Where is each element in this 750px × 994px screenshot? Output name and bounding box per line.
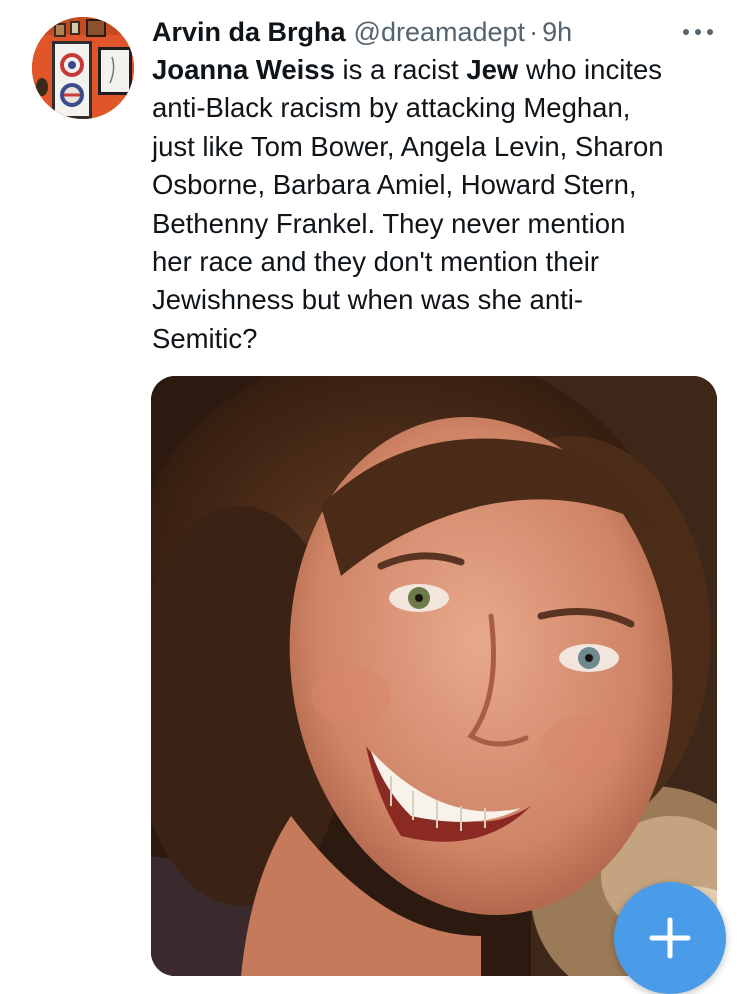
tweet-text-line: Semitic? (152, 320, 732, 358)
user-handle[interactable]: @dreamadept (354, 17, 526, 48)
tweet-text: Joanna Weiss is a racist Jew who incites… (152, 51, 732, 358)
tweet-text-line: her race and they don't mention their (152, 243, 732, 281)
tweet-text-bold: Joanna Weiss (152, 54, 335, 85)
tweet-text-run: who incites (518, 54, 662, 85)
tweet-text-line: Jewishness but when was she anti- (152, 281, 732, 319)
tweet-text-line: anti-Black racism by attacking Meghan, (152, 89, 732, 127)
tweet[interactable]: Arvin da Brgha @dreamadept · 9h Joanna W… (0, 0, 750, 994)
tweet-text-run: her race and they don't mention their (152, 246, 600, 278)
display-name[interactable]: Arvin da Brgha (152, 17, 346, 48)
more-horizontal-icon (683, 29, 713, 35)
tweet-text-line: Osborne, Barbara Amiel, Howard Stern, (152, 166, 732, 204)
plus-icon (649, 917, 691, 959)
tweet-text-run: Semitic? (152, 322, 258, 354)
tweet-text-run: Osborne, Barbara Amiel, Howard Stern, (152, 169, 637, 201)
avatar[interactable] (32, 17, 134, 119)
tweet-text-line: just like Tom Bower, Angela Levin, Sharo… (152, 128, 732, 166)
tweet-text-run: just like Tom Bower, Angela Levin, Sharo… (152, 130, 664, 162)
tweet-header: Arvin da Brgha @dreamadept · 9h (152, 14, 572, 50)
tweet-text-run: Bethenny Frankel. They never mention (152, 207, 626, 239)
tweet-text-run: is a racist (334, 54, 467, 85)
tweet-text-bold: Jew (466, 54, 519, 85)
compose-tweet-button[interactable] (614, 882, 726, 994)
avatar-image (32, 17, 134, 119)
separator-dot: · (529, 16, 539, 47)
more-options-button[interactable] (680, 20, 716, 44)
tweet-text-line: Bethenny Frankel. They never mention (152, 205, 732, 243)
tweet-text-run: anti-Black racism by attacking Meghan, (152, 92, 631, 124)
tweet-text-run: Jewishness but when was she anti- (152, 284, 584, 316)
tweet-text-line: Joanna Weiss is a racist Jew who incites (152, 51, 732, 89)
timestamp[interactable]: 9h (542, 17, 572, 48)
